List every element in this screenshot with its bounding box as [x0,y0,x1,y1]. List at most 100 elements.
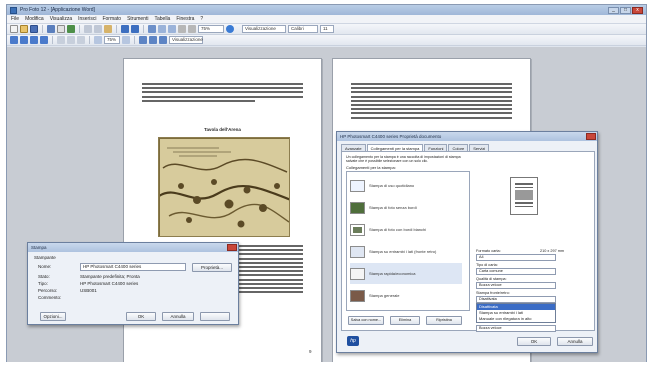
toolbar-separator [134,36,135,44]
application-window: Pro Foto 12 - [Applicazione Word] _ □ x … [6,4,647,362]
close-icon[interactable] [227,244,237,251]
shortcuts-intro: Un collegamento per la stampa è una racc… [346,155,461,163]
printer-group-label: Stampante [34,255,56,260]
paper-type-select[interactable]: Carta comune [476,268,556,275]
properties-cancel-button[interactable]: Annulla [557,337,593,346]
shortcuts-list[interactable]: Stampa di uso quotidiano Stampa di foto … [346,171,470,311]
photo-thumbnail-icon [350,201,365,214]
font-size-select[interactable]: 11 [320,25,334,33]
paste-icon[interactable] [104,25,112,33]
toolbar-separator [79,25,80,33]
dropdown-option[interactable]: Manuale con rilegatura in alto [477,316,555,322]
drawing-icon[interactable] [178,25,186,33]
apply-button[interactable] [200,312,230,321]
document-thumbnail-icon [350,179,365,192]
printer-name-label: Nome: [38,264,52,269]
status-label: Stato: [38,274,50,279]
reset-button[interactable]: Ripristina [426,316,462,325]
undo-icon[interactable] [121,25,129,33]
align-left-icon[interactable] [10,36,18,44]
menu-help[interactable]: ? [200,16,203,22]
shortcut-item[interactable]: Stampa generale [350,285,462,306]
indent-icon[interactable] [77,36,85,44]
print-quality-select[interactable]: Bozza veloce [476,282,556,289]
close-icon[interactable] [586,133,596,140]
minimize-button[interactable]: _ [608,6,619,14]
general-print-thumbnail-icon [350,289,365,302]
ok-button[interactable]: OK [126,312,156,321]
justify-icon[interactable] [40,36,48,44]
close-preview-button[interactable]: Visualizzazione [169,36,203,44]
save-icon[interactable] [30,25,38,33]
print-dialog: Stampa Stampante Nome: HP Photosmart C44… [27,242,239,325]
copy-icon[interactable] [94,25,102,33]
fullscreen-icon[interactable] [159,36,167,44]
menu-formato[interactable]: Formato [102,16,121,22]
standard-toolbar: 75% Visualizzazione Calibri 11 [7,24,646,35]
cancel-button[interactable]: Annulla [162,312,194,321]
menu-finestra[interactable]: Finestra [176,16,194,22]
align-center-icon[interactable] [20,36,28,44]
close-button[interactable]: x [632,6,643,14]
print-preview-icon[interactable] [57,25,65,33]
help-icon[interactable] [226,25,234,33]
zoom-percent-field[interactable]: 75% [104,36,120,44]
shortcut-item[interactable]: Stampa su entrambi i lati (fronte retro) [350,241,462,262]
font-select[interactable]: Calibri [288,25,318,33]
zoom-in-icon[interactable] [94,36,102,44]
menu-inserisci[interactable]: Inserisci [78,16,96,22]
two-pages-icon[interactable] [149,36,157,44]
properties-ok-button[interactable]: OK [517,337,551,346]
paper-size-select[interactable]: A4 [476,254,556,261]
menu-file[interactable]: File [11,16,19,22]
properties-button[interactable]: Proprietà... [192,263,232,272]
printer-properties-dialog: HP Photosmart C4400 series Proprietà doc… [336,131,598,353]
fast-draft-thumbnail-icon [350,267,365,280]
table-icon[interactable] [158,25,166,33]
paragraph-mark-icon[interactable] [188,25,196,33]
printer-name-select[interactable]: HP Photosmart C4400 series [80,263,186,271]
save-as-button[interactable]: Salva con nome... [348,316,384,325]
menu-strumenti[interactable]: Strumenti [127,16,148,22]
view-mode-select[interactable]: Visualizzazione [242,25,286,33]
app-icon [10,6,17,14]
open-folder-icon[interactable] [20,25,28,33]
single-page-icon[interactable] [139,36,147,44]
duplex-dropdown-list[interactable]: Disattivata Stampa su entrambi i lati Ma… [476,303,556,323]
title-bar: Pro Foto 12 - [Applicazione Word] _ □ x [7,5,646,15]
columns-icon[interactable] [168,25,176,33]
spellcheck-icon[interactable] [67,25,75,33]
photo-border-thumbnail-icon [350,223,365,236]
extra-select[interactable]: Bozza veloce [476,325,556,332]
printer-properties-titlebar: HP Photosmart C4400 series Proprietà doc… [337,132,597,141]
maximize-button[interactable]: □ [620,6,631,14]
menu-tabella[interactable]: Tabella [154,16,170,22]
duplex-select[interactable]: Disattivata [476,296,556,303]
page-number: 9 [309,349,312,354]
shortcut-item[interactable]: Stampa di uso quotidiano [350,175,462,196]
print-dialog-title: Stampa [31,245,47,250]
delete-button[interactable]: Elimina [390,316,420,325]
options-button[interactable]: Opzioni... [40,312,66,321]
toolbar-separator [116,25,117,33]
bullets-icon[interactable] [57,36,65,44]
printer-properties-title: HP Photosmart C4400 series Proprietà doc… [340,134,442,139]
new-document-icon[interactable] [10,25,18,33]
zoom-out-icon[interactable] [122,36,130,44]
menu-visualizza[interactable]: Visualizza [50,16,72,22]
hp-logo-icon: hp [347,336,359,346]
section-heading: Tavola dell'Arena [204,127,241,132]
redo-icon[interactable] [131,25,139,33]
cut-icon[interactable] [84,25,92,33]
document-workspace[interactable]: Tavola dell'Arena 9 Stampa Stampante Nom… [7,47,646,362]
shortcut-item-selected[interactable]: Stampa rapida/economica [350,263,462,284]
shortcut-item[interactable]: Stampa di foto con bordi bianchi [350,219,462,240]
numbering-icon[interactable] [67,36,75,44]
hyperlink-icon[interactable] [148,25,156,33]
align-right-icon[interactable] [30,36,38,44]
print-icon[interactable] [47,25,55,33]
menu-modifica[interactable]: Modifica [25,16,44,22]
zoom-select[interactable]: 75% [198,25,224,33]
text-block-top [142,83,303,104]
shortcut-item[interactable]: Stampa di foto senza bordi [350,197,462,218]
